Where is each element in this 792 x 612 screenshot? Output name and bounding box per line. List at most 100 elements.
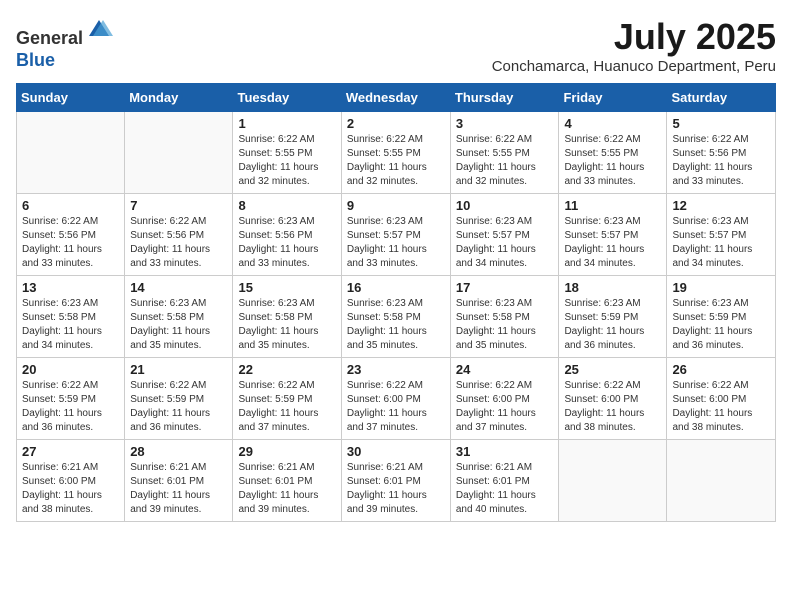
day-info: Sunrise: 6:21 AM Sunset: 6:01 PM Dayligh… — [238, 461, 335, 517]
logo: General Blue — [16, 16, 113, 71]
weekday-header: Sunday — [17, 84, 125, 112]
day-info: Sunrise: 6:22 AM Sunset: 5:59 PM Dayligh… — [130, 379, 227, 435]
title-block: July 2025 Conchamarca, Huanuco Departmen… — [492, 16, 776, 75]
day-number: 18 — [564, 280, 661, 295]
calendar-day-cell: 12Sunrise: 6:23 AM Sunset: 5:57 PM Dayli… — [667, 194, 776, 276]
calendar-day-cell: 14 Sunrise: 6:23 AM Sunset: 5:58 PM Dayli… — [125, 276, 233, 358]
calendar-day-cell: 19 Sunrise: 6:23 AM Sunset: 5:59 PM Dayli… — [667, 276, 776, 358]
calendar-day-cell: 7 Sunrise: 6:22 AM Sunset: 5:56 PM Daylig… — [125, 194, 233, 276]
logo-icon — [85, 16, 113, 44]
day-info: Sunrise: 6:22 AM Sunset: 5:56 PM Dayligh… — [130, 215, 227, 271]
calendar-day-cell — [17, 112, 125, 194]
calendar-day-cell — [125, 112, 233, 194]
day-info: Sunrise: 6:22 AM Sunset: 5:56 PM Dayligh… — [22, 215, 119, 271]
weekday-header: Tuesday — [233, 84, 341, 112]
day-info: Sunrise: 6:21 AM Sunset: 6:00 PM Dayligh… — [22, 461, 119, 517]
calendar-day-cell: 25 Sunrise: 6:22 AM Sunset: 6:00 PM Dayli… — [559, 358, 667, 440]
calendar-day-cell: 11 Sunrise: 6:23 AM Sunset: 5:57 PM Dayli… — [559, 194, 667, 276]
day-info: Sunrise: 6:23 AM Sunset: 5:58 PM Dayligh… — [238, 297, 335, 353]
calendar-day-cell: 15 Sunrise: 6:23 AM Sunset: 5:58 PM Dayli… — [233, 276, 341, 358]
day-info: Sunrise: 6:22 AM Sunset: 5:55 PM Dayligh… — [347, 133, 445, 189]
day-number: 5 — [672, 116, 770, 131]
day-number: 8 — [238, 198, 335, 213]
weekday-header: Wednesday — [341, 84, 450, 112]
day-info: Sunrise: 6:23 AM Sunset: 5:57 PM Dayligh… — [672, 215, 770, 271]
day-info: Sunrise: 6:23 AM Sunset: 5:57 PM Dayligh… — [564, 215, 661, 271]
day-info: Sunrise: 6:22 AM Sunset: 5:55 PM Dayligh… — [564, 133, 661, 189]
logo-general: General — [16, 28, 83, 48]
day-info: Sunrise: 6:23 AM Sunset: 5:57 PM Dayligh… — [347, 215, 445, 271]
day-number: 11 — [564, 198, 661, 213]
day-number: 24 — [456, 362, 554, 377]
calendar-day-cell: 18 Sunrise: 6:23 AM Sunset: 5:59 PM Dayli… — [559, 276, 667, 358]
weekday-header: Thursday — [450, 84, 559, 112]
day-info: Sunrise: 6:22 AM Sunset: 5:55 PM Dayligh… — [456, 133, 554, 189]
calendar-day-cell: 9 Sunrise: 6:23 AM Sunset: 5:57 PM Daylig… — [341, 194, 450, 276]
calendar-week-row: 13Sunrise: 6:23 AM Sunset: 5:58 PM Dayli… — [17, 276, 776, 358]
calendar-day-cell: 22 Sunrise: 6:22 AM Sunset: 5:59 PM Dayli… — [233, 358, 341, 440]
day-number: 7 — [130, 198, 227, 213]
calendar-day-cell: 20 Sunrise: 6:22 AM Sunset: 5:59 PM Dayli… — [17, 358, 125, 440]
calendar-day-cell: 4 Sunrise: 6:22 AM Sunset: 5:55 PM Daylig… — [559, 112, 667, 194]
day-info: Sunrise: 6:23 AM Sunset: 5:58 PM Dayligh… — [22, 297, 119, 353]
day-number: 29 — [238, 444, 335, 459]
day-number: 20 — [22, 362, 119, 377]
day-number: 19 — [672, 280, 770, 295]
day-info: Sunrise: 6:23 AM Sunset: 5:57 PM Dayligh… — [456, 215, 554, 271]
day-number: 14 — [130, 280, 227, 295]
day-info: Sunrise: 6:22 AM Sunset: 5:55 PM Dayligh… — [238, 133, 335, 189]
weekday-header: Saturday — [667, 84, 776, 112]
day-info: Sunrise: 6:21 AM Sunset: 6:01 PM Dayligh… — [456, 461, 554, 517]
calendar-day-cell: 8 Sunrise: 6:23 AM Sunset: 5:56 PM Daylig… — [233, 194, 341, 276]
day-number: 22 — [238, 362, 335, 377]
month-title: July 2025 — [492, 16, 776, 58]
day-info: Sunrise: 6:23 AM Sunset: 5:59 PM Dayligh… — [564, 297, 661, 353]
day-info: Sunrise: 6:22 AM Sunset: 5:59 PM Dayligh… — [238, 379, 335, 435]
calendar-day-cell: 26 Sunrise: 6:22 AM Sunset: 6:00 PM Dayli… — [667, 358, 776, 440]
calendar-day-cell: 21 Sunrise: 6:22 AM Sunset: 5:59 PM Dayli… — [125, 358, 233, 440]
day-number: 31 — [456, 444, 554, 459]
calendar-day-cell: 13Sunrise: 6:23 AM Sunset: 5:58 PM Dayli… — [17, 276, 125, 358]
day-number: 30 — [347, 444, 445, 459]
day-info: Sunrise: 6:23 AM Sunset: 5:59 PM Dayligh… — [672, 297, 770, 353]
day-info: Sunrise: 6:21 AM Sunset: 6:01 PM Dayligh… — [130, 461, 227, 517]
day-number: 17 — [456, 280, 554, 295]
calendar-day-cell: 31 Sunrise: 6:21 AM Sunset: 6:01 PM Dayli… — [450, 440, 559, 522]
day-info: Sunrise: 6:22 AM Sunset: 6:00 PM Dayligh… — [347, 379, 445, 435]
day-number: 10 — [456, 198, 554, 213]
day-number: 28 — [130, 444, 227, 459]
calendar-day-cell: 6Sunrise: 6:22 AM Sunset: 5:56 PM Daylig… — [17, 194, 125, 276]
day-number: 15 — [238, 280, 335, 295]
location-title: Conchamarca, Huanuco Department, Peru — [492, 58, 776, 75]
calendar-day-cell: 16 Sunrise: 6:23 AM Sunset: 5:58 PM Dayli… — [341, 276, 450, 358]
calendar-day-cell: 2 Sunrise: 6:22 AM Sunset: 5:55 PM Daylig… — [341, 112, 450, 194]
day-info: Sunrise: 6:23 AM Sunset: 5:58 PM Dayligh… — [347, 297, 445, 353]
day-number: 2 — [347, 116, 445, 131]
calendar-day-cell: 1Sunrise: 6:22 AM Sunset: 5:55 PM Daylig… — [233, 112, 341, 194]
calendar-week-row: 1Sunrise: 6:22 AM Sunset: 5:55 PM Daylig… — [17, 112, 776, 194]
calendar-header-row: SundayMondayTuesdayWednesdayThursdayFrid… — [17, 84, 776, 112]
day-info: Sunrise: 6:23 AM Sunset: 5:56 PM Dayligh… — [238, 215, 335, 271]
calendar-day-cell: 29 Sunrise: 6:21 AM Sunset: 6:01 PM Dayli… — [233, 440, 341, 522]
calendar-day-cell — [667, 440, 776, 522]
day-info: Sunrise: 6:22 AM Sunset: 6:00 PM Dayligh… — [564, 379, 661, 435]
day-number: 16 — [347, 280, 445, 295]
day-number: 26 — [672, 362, 770, 377]
calendar-day-cell: 3 Sunrise: 6:22 AM Sunset: 5:55 PM Daylig… — [450, 112, 559, 194]
calendar-week-row: 20 Sunrise: 6:22 AM Sunset: 5:59 PM Dayli… — [17, 358, 776, 440]
day-info: Sunrise: 6:22 AM Sunset: 6:00 PM Dayligh… — [456, 379, 554, 435]
day-number: 4 — [564, 116, 661, 131]
calendar-day-cell: 27Sunrise: 6:21 AM Sunset: 6:00 PM Dayli… — [17, 440, 125, 522]
calendar-day-cell — [559, 440, 667, 522]
calendar-day-cell: 23Sunrise: 6:22 AM Sunset: 6:00 PM Dayli… — [341, 358, 450, 440]
day-number: 3 — [456, 116, 554, 131]
day-info: Sunrise: 6:22 AM Sunset: 5:59 PM Dayligh… — [22, 379, 119, 435]
day-number: 21 — [130, 362, 227, 377]
day-number: 9 — [347, 198, 445, 213]
day-number: 25 — [564, 362, 661, 377]
calendar-day-cell: 24 Sunrise: 6:22 AM Sunset: 6:00 PM Dayli… — [450, 358, 559, 440]
day-info: Sunrise: 6:22 AM Sunset: 6:00 PM Dayligh… — [672, 379, 770, 435]
day-info: Sunrise: 6:23 AM Sunset: 5:58 PM Dayligh… — [130, 297, 227, 353]
day-info: Sunrise: 6:23 AM Sunset: 5:58 PM Dayligh… — [456, 297, 554, 353]
calendar-week-row: 6Sunrise: 6:22 AM Sunset: 5:56 PM Daylig… — [17, 194, 776, 276]
